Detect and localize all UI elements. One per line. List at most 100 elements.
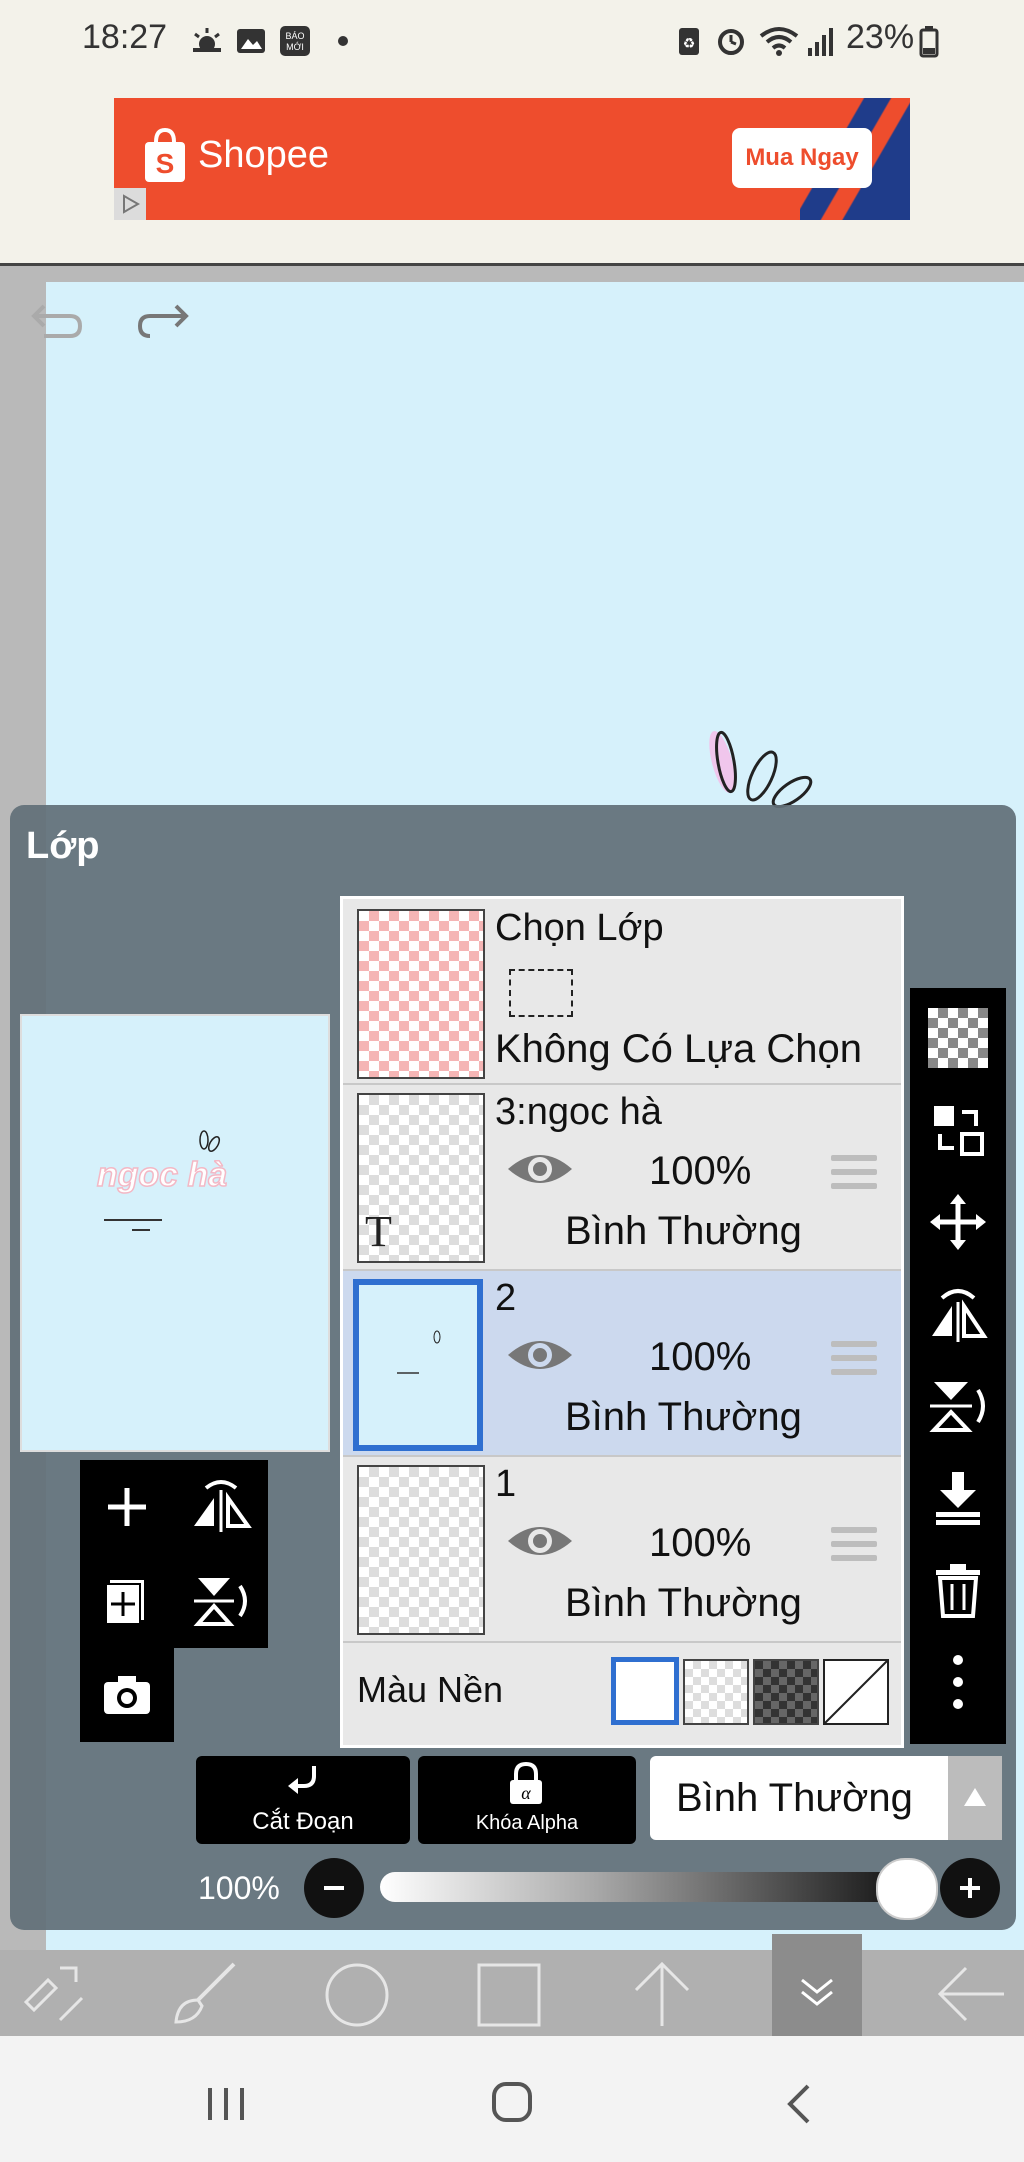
transparent-layer-icon[interactable] [928, 1008, 988, 1068]
undo-icon[interactable] [30, 296, 84, 340]
layer-name: 1 [495, 1463, 517, 1505]
text-layer-icon: T [365, 1207, 392, 1256]
opacity-decrease-button[interactable] [304, 1858, 364, 1918]
layer-list: Chọn Lớp Không Có Lựa Chọn T 3:ngoc hà 1… [340, 896, 904, 1748]
copy-layer-icon [105, 1580, 144, 1625]
camera-button[interactable] [80, 1648, 174, 1742]
blend-mode-arrow[interactable] [948, 1756, 1002, 1840]
ad-cta-button[interactable]: Mua Ngay [732, 128, 872, 188]
arrow-left-icon[interactable] [934, 1962, 1006, 2026]
merge-down-icon[interactable] [928, 1468, 988, 1528]
selection-title: Chọn Lớp [495, 907, 664, 949]
opacity-label: 100% [198, 1870, 280, 1906]
selection-thumbnail [357, 909, 485, 1079]
plus-icon [960, 1878, 980, 1898]
alarm-icon [718, 29, 744, 55]
home-icon[interactable] [490, 2080, 534, 2124]
layer-add-tools [80, 1460, 268, 1744]
flip-horizontal-icon[interactable] [928, 1284, 988, 1344]
flip-vertical-icon [193, 1578, 247, 1626]
svg-text:BÁO: BÁO [285, 31, 304, 41]
ad-choices-icon[interactable] [114, 188, 146, 220]
rectangle-tool-icon[interactable] [476, 1962, 542, 2028]
transform-tool-icon[interactable] [20, 1962, 88, 2026]
drag-handle-icon[interactable] [831, 1341, 877, 1383]
layer-blend-mode: Bình Thường [565, 1395, 802, 1439]
alpha-lock-button[interactable]: α Khóa Alpha [418, 1756, 636, 1844]
opacity-slider-thumb[interactable] [876, 1858, 938, 1920]
add-layer-button[interactable] [80, 1460, 174, 1554]
more-options-icon[interactable] [928, 1652, 988, 1712]
flip-vertical-button[interactable] [174, 1554, 268, 1648]
chevron-up-icon [964, 1788, 986, 1806]
move-icon[interactable] [928, 1192, 988, 1252]
layer-blend-mode: Bình Thường [565, 1581, 802, 1625]
svg-text:α: α [521, 1783, 531, 1803]
dot-icon [338, 36, 348, 46]
bg-dark-checker-option[interactable] [753, 1659, 819, 1725]
layer-thumbnail [357, 1465, 485, 1635]
system-nav-bar [0, 2036, 1024, 2162]
arrow-up-icon[interactable] [630, 1958, 694, 2028]
signal-icon [808, 28, 833, 56]
status-time: 18:27 [82, 18, 168, 56]
layer-row[interactable]: T 3:ngoc hà 100% Bình Thường [343, 1085, 901, 1271]
flip-horizontal-icon [194, 1480, 252, 1532]
bg-white-option[interactable] [611, 1657, 679, 1725]
background-color-row: Màu Nền [343, 1643, 901, 1739]
layer-row[interactable]: 1 100% Bình Thường [343, 1457, 901, 1643]
plus-icon [108, 1488, 146, 1526]
gallery-icon [237, 29, 265, 53]
clipping-button[interactable]: Cắt Đoạn [196, 1756, 410, 1844]
opacity-slider[interactable] [380, 1872, 910, 1902]
brush-tool-icon[interactable] [168, 1960, 242, 2028]
layer-2-artwork [397, 1330, 441, 1374]
svg-text:S: S [156, 148, 175, 179]
layer-opacity: 100% [649, 1335, 752, 1379]
delete-icon[interactable] [928, 1560, 988, 1620]
background-label: Màu Nền [357, 1669, 504, 1710]
battery-percentage: 23% [846, 18, 915, 56]
bg-transparent-option[interactable] [683, 1659, 749, 1725]
layer-thumbnail: T [357, 1093, 485, 1263]
drag-handle-icon[interactable] [831, 1527, 877, 1569]
battery-icon [919, 26, 939, 58]
redo-icon[interactable] [136, 296, 190, 340]
panel-title: Lớp [26, 825, 100, 867]
wifi-icon [759, 27, 799, 56]
ad-brand: Shopee [198, 134, 330, 176]
selection-layer-row[interactable]: Chọn Lớp Không Có Lựa Chọn [343, 899, 901, 1085]
baomoi-icon: BÁOMỚI [280, 26, 310, 56]
circle-tool-icon[interactable] [322, 1960, 392, 2030]
layer-row-selected[interactable]: 2 100% Bình Thường [343, 1271, 901, 1457]
recent-apps-icon[interactable] [204, 2084, 248, 2124]
bg-none-option[interactable] [823, 1659, 889, 1725]
visibility-eye-icon[interactable] [505, 1333, 575, 1377]
visibility-eye-icon[interactable] [505, 1147, 575, 1191]
flip-horizontal-button[interactable] [174, 1460, 268, 1554]
minus-icon [324, 1886, 344, 1890]
blend-mode-value: Bình Thường [676, 1776, 913, 1820]
layer-swap-icon[interactable] [928, 1100, 988, 1160]
shopee-bag-icon: S [145, 128, 185, 182]
preview-artwork: ngoc hà [96, 1130, 228, 1231]
drag-handle-icon[interactable] [831, 1155, 877, 1197]
collapse-panel-button[interactable] [772, 1934, 862, 2036]
back-icon[interactable] [780, 2082, 820, 2126]
weather-icon [193, 28, 221, 52]
canvas-preview[interactable]: ngoc hà [20, 1014, 330, 1452]
layer-name: 3:ngoc hà [495, 1091, 662, 1133]
layer-tools-bar [910, 988, 1006, 1744]
layer-opacity: 100% [649, 1521, 752, 1565]
layer-blend-mode: Bình Thường [565, 1209, 802, 1253]
leaf-doodle [709, 730, 813, 809]
shopee-ad-banner[interactable]: S Shopee Mua Ngay [114, 98, 910, 220]
flip-vertical-icon[interactable] [928, 1376, 988, 1436]
double-chevron-down-icon [801, 1978, 833, 2006]
duplicate-layer-button[interactable] [80, 1554, 174, 1648]
drawing-toolbar [0, 1934, 1024, 2036]
camera-icon [104, 1676, 150, 1714]
opacity-increase-button[interactable] [940, 1858, 1000, 1918]
layer-name: 2 [495, 1277, 517, 1319]
visibility-eye-icon[interactable] [505, 1519, 575, 1563]
